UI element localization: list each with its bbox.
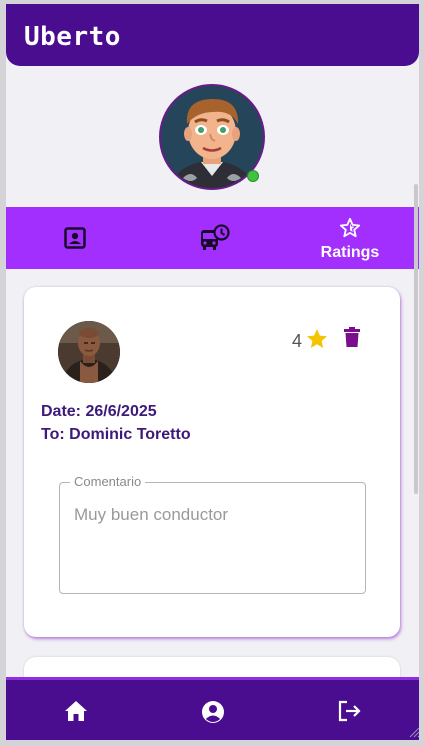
rating-date: Date: 26/6/2025: [41, 403, 157, 420]
rating-card: 4 Date: 26/6/2025 To: Dominic Toretto Co…: [24, 287, 400, 637]
home-icon[interactable]: [64, 700, 88, 722]
tab-trips[interactable]: [144, 207, 282, 269]
star-filled-icon: [307, 329, 327, 348]
logout-icon[interactable]: [338, 700, 362, 722]
app-screen: Uberto Ratings 4 Date: 26/6/2025 To: Dom…: [6, 4, 419, 740]
profile-avatar[interactable]: [159, 84, 265, 190]
star-outline-icon: [339, 217, 361, 238]
delete-icon[interactable]: [344, 327, 360, 347]
window-frame: Uberto Ratings 4 Date: 26/6/2025 To: Dom…: [0, 0, 424, 746]
rating-card: [24, 657, 400, 679]
profile-card-icon: [64, 227, 86, 249]
tab-ratings[interactable]: Ratings: [281, 207, 419, 269]
tab-bar: Ratings: [6, 207, 419, 269]
bottom-navigation: [6, 677, 419, 740]
ratings-list[interactable]: 4 Date: 26/6/2025 To: Dominic Toretto Co…: [6, 269, 419, 679]
bus-clock-icon: [201, 224, 230, 250]
top-app-bar: Uberto: [6, 4, 419, 66]
comment-field[interactable]: Comentario Muy buen conductor: [59, 474, 366, 594]
tab-profile[interactable]: [6, 207, 144, 269]
rating-recipient: To: Dominic Toretto: [41, 426, 191, 443]
tab-label: Ratings: [320, 244, 380, 261]
rating-value: 4: [292, 331, 303, 351]
account-circle-icon[interactable]: [201, 700, 225, 724]
resize-grip-icon[interactable]: [408, 726, 419, 738]
comment-value: Muy buen conductor: [74, 505, 229, 524]
app-title: Uberto: [24, 22, 121, 52]
driver-photo-icon: [58, 321, 120, 383]
online-status-dot: [247, 170, 259, 182]
scrollbar[interactable]: [414, 184, 418, 494]
comment-label: Comentario: [70, 474, 146, 489]
driver-avatar: [58, 321, 120, 383]
